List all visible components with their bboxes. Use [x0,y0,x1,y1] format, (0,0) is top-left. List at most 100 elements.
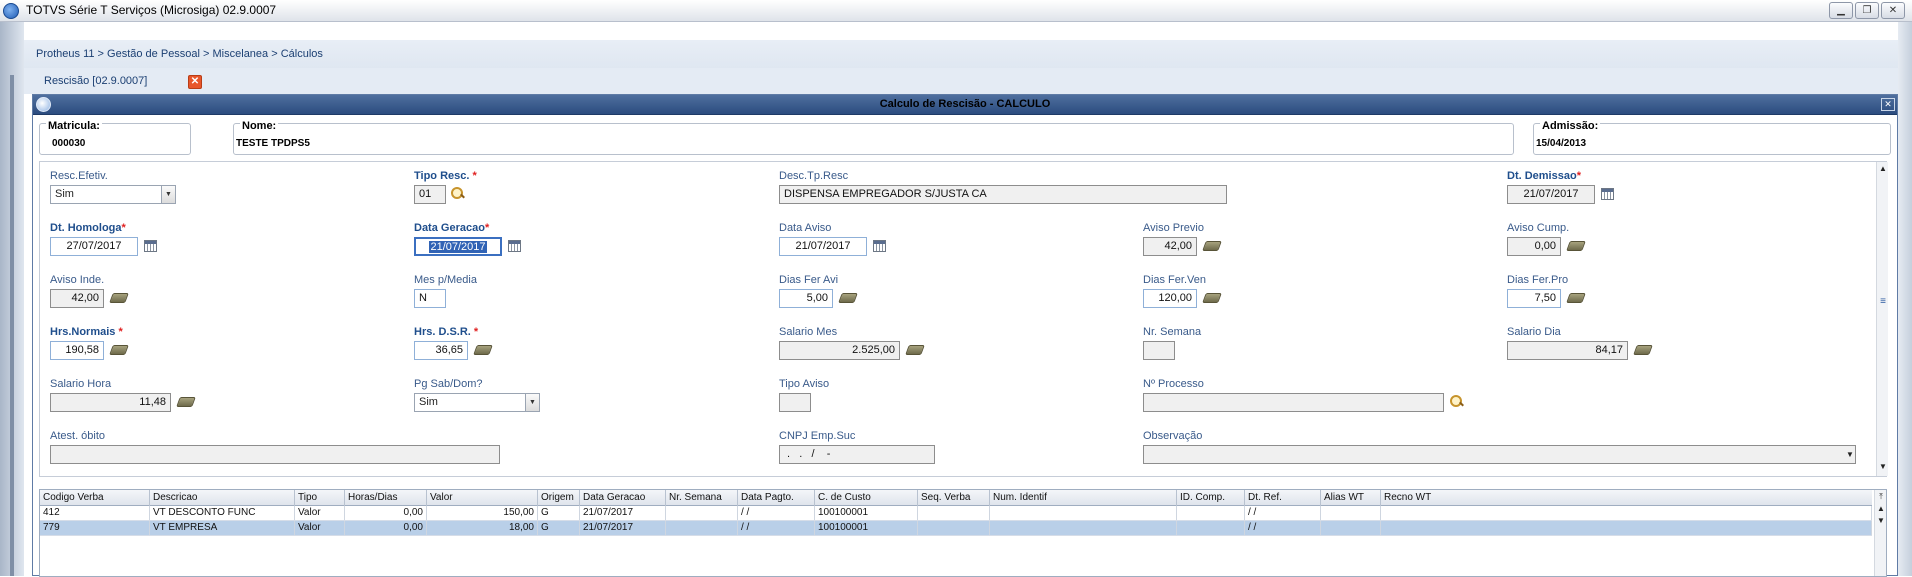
col-codigo-verba[interactable]: Codigo Verba [40,490,150,506]
scroll-down-icon[interactable]: ▼ [1878,462,1888,472]
tab-bar: Rescisão [02.9.0007] ✕ [24,68,1898,94]
table-row[interactable]: 779 VT EMPRESA Valor 0,00 18,00 G 21/07/2017 /… [40,521,1872,536]
aviso-previo-field[interactable]: 42,00 [1143,237,1197,256]
col-dt-ref[interactable]: Dt. Ref. [1245,490,1321,506]
scroll-grip-icon[interactable]: ≡ [1878,296,1888,312]
calculator-icon[interactable] [1566,293,1586,303]
table-cell [666,506,738,520]
calculator-icon[interactable] [838,293,858,303]
matricula-label: Matricula: [46,120,102,132]
col-alias-wt[interactable]: Alias WT [1321,490,1381,506]
col-data-geracao[interactable]: Data Geracao [580,490,666,506]
hrs-normais-field[interactable]: 190,58 [50,341,104,360]
chevron-down-icon[interactable]: ▼ [161,186,175,203]
calculator-icon[interactable] [905,345,925,355]
calculator-icon[interactable] [109,293,129,303]
salario-mes-field[interactable]: 2.525,00 [779,341,900,360]
col-valor[interactable]: Valor [427,490,538,506]
aviso-inde-field[interactable]: 42,00 [50,289,104,308]
breadcrumb[interactable]: Protheus 11 > Gestão de Pessoal > Miscel… [36,48,323,60]
dt-demissao-field[interactable]: 21/07/2017 [1507,185,1595,204]
col-origem[interactable]: Origem [538,490,580,506]
col-c-de-custo[interactable]: C. de Custo [815,490,918,506]
admissao-value: 15/04/2013 [1536,138,1587,149]
col-data-pagto[interactable]: Data Pagto. [738,490,815,506]
dt-homologa-field[interactable]: 27/07/2017 [50,237,138,256]
calculator-icon[interactable] [1202,241,1222,251]
calendar-icon[interactable] [144,240,157,252]
pg-sab-dom-label: Pg Sab/Dom? [414,378,483,390]
search-icon[interactable] [1450,395,1464,409]
table-cell: 100100001 [815,506,918,520]
dt-demissao-label: Dt. Demissao* [1507,170,1581,182]
dias-fer-ven-field[interactable]: 120,00 [1143,289,1197,308]
desc-tp-resc-label: Desc.Tp.Resc [779,170,849,182]
nome-label: Nome: [240,120,279,132]
tipo-aviso-field[interactable] [779,393,811,412]
scroll-top-icon[interactable]: ⤒ [1876,492,1886,502]
col-recno-wt[interactable]: Recno WT [1381,490,1872,506]
data-aviso-field[interactable]: 21/07/2017 [779,237,867,256]
grid-scrollbar[interactable]: ⤒ ▲ ▼ [1874,490,1886,576]
scroll-up-icon[interactable]: ▲ [1876,504,1886,514]
table-cell [666,521,738,535]
aviso-cump-label: Aviso Cump. [1507,222,1570,234]
desc-tp-resc-field[interactable]: DISPENSA EMPREGADOR S/JUSTA CA [779,185,1227,204]
restore-button[interactable]: ❐ [1855,2,1879,19]
salario-hora-field[interactable]: 11,48 [50,393,171,412]
col-tipo[interactable]: Tipo [295,490,345,506]
form-scrollbar[interactable]: ▲ ≡ ▼ [1876,162,1888,476]
calculator-icon[interactable] [1566,241,1586,251]
admissao-label: Admissão: [1540,120,1601,132]
scroll-down-icon[interactable]: ▼ [1876,516,1886,526]
close-window-button[interactable]: ✕ [1881,2,1905,19]
calculator-icon[interactable] [109,345,129,355]
table-cell: G [538,521,580,535]
table-cell: 18,00 [427,521,538,535]
col-nr-semana[interactable]: Nr. Semana [666,490,738,506]
observacao-field[interactable] [1143,445,1856,464]
scroll-up-icon[interactable]: ▲ [1878,164,1888,174]
mes-media-field[interactable]: N [414,289,446,308]
tipo-resc-field[interactable]: 01 [414,185,446,204]
data-geracao-field[interactable]: 21/07/2017 [414,237,502,256]
n-processo-field[interactable] [1143,393,1444,412]
calculator-icon[interactable] [1202,293,1222,303]
table-cell: Valor [295,506,345,520]
col-id-comp[interactable]: ID. Comp. [1177,490,1245,506]
chevron-down-icon[interactable]: ▼ [525,394,539,411]
search-icon[interactable] [451,187,465,201]
calculator-icon[interactable] [473,345,493,355]
resc-efetiv-select[interactable]: Sim ▼ [50,185,176,204]
atest-obito-field[interactable] [50,445,500,464]
calculator-icon[interactable] [1633,345,1653,355]
calendar-icon[interactable] [508,240,521,252]
dias-fer-avi-field[interactable]: 5,00 [779,289,833,308]
table-row[interactable]: 412 VT DESCONTO FUNC Valor 0,00 150,00 G 21/07… [40,506,1872,521]
salario-dia-field[interactable]: 84,17 [1507,341,1628,360]
calendar-icon[interactable] [873,240,886,252]
col-descricao[interactable]: Descricao [150,490,295,506]
col-num-identif[interactable]: Num. Identif [990,490,1177,506]
observacao-dropdown-icon[interactable]: ▼ [1845,450,1855,460]
dias-fer-pro-label: Dias Fer.Pro [1507,274,1569,286]
pg-sab-dom-select[interactable]: Sim ▼ [414,393,540,412]
col-horas-dias[interactable]: Horas/Dias [345,490,427,506]
hrs-dsr-field[interactable]: 36,65 [414,341,468,360]
calculator-icon[interactable] [176,397,196,407]
minimize-button[interactable]: ▁ [1829,2,1853,19]
nr-semana-field[interactable] [1143,341,1175,360]
calendar-icon[interactable] [1601,188,1614,200]
dialog-close-button[interactable]: ✕ [1881,98,1895,111]
table-cell [918,521,990,535]
cnpj-emp-suc-label: CNPJ Emp.Suc [779,430,856,442]
table-cell: 412 [40,506,150,520]
tab-rescisao[interactable]: Rescisão [02.9.0007] [38,71,154,91]
dias-fer-pro-field[interactable]: 7,50 [1507,289,1561,308]
table-cell: G [538,506,580,520]
col-seq-verba[interactable]: Seq. Verba [918,490,990,506]
tab-close-icon[interactable]: ✕ [188,75,202,89]
dialog-title: Calculo de Rescisão - CALCULO [879,98,1051,110]
aviso-cump-field[interactable]: 0,00 [1507,237,1561,256]
cnpj-emp-suc-field[interactable]: . . / - [779,445,935,464]
